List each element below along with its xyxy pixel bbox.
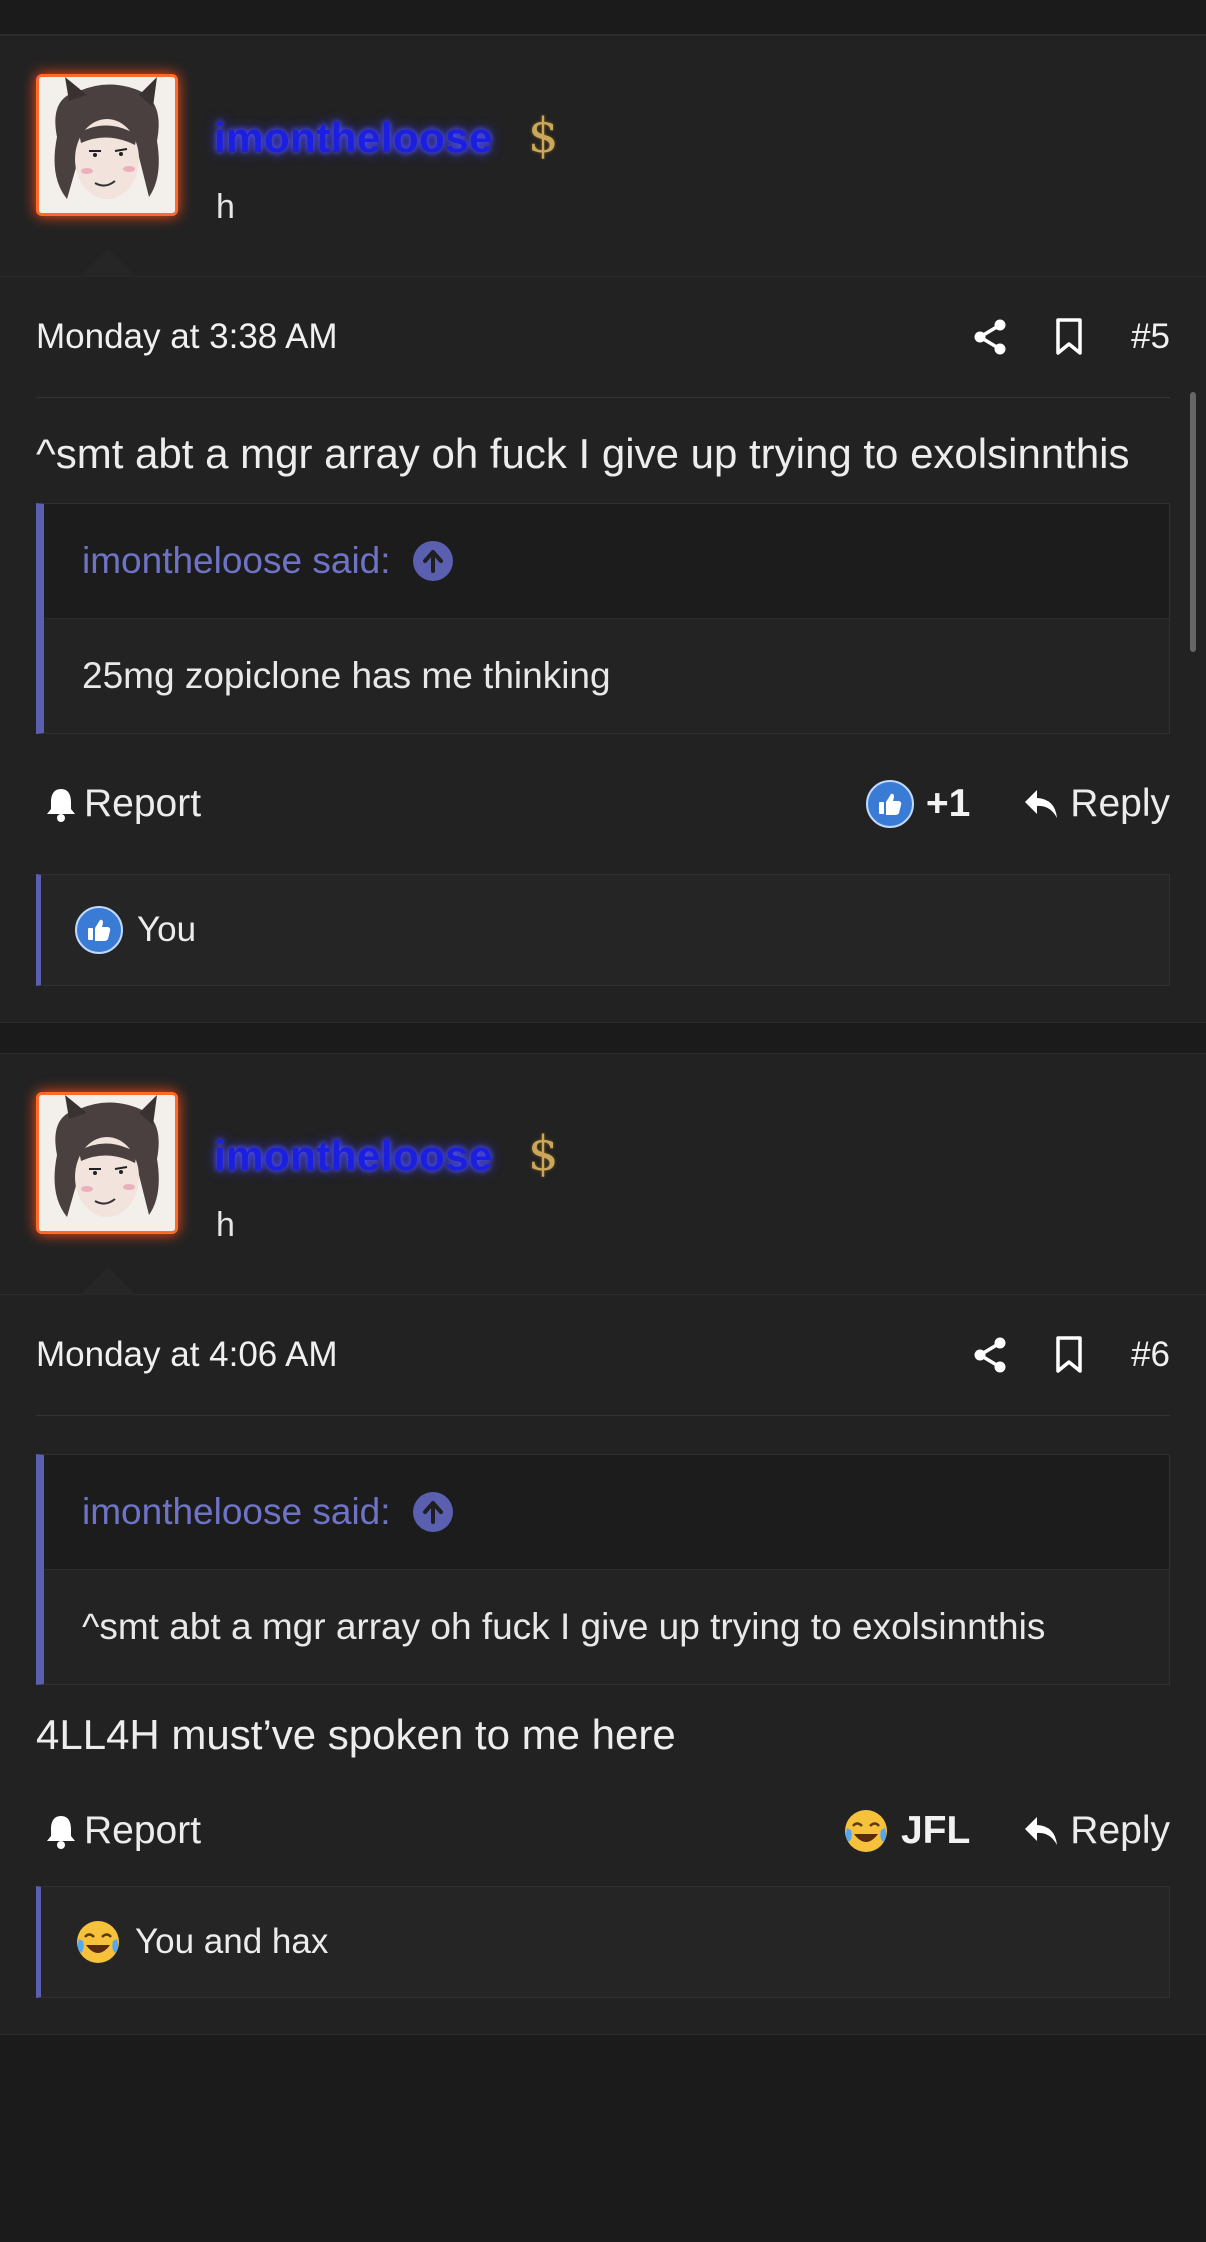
report-button[interactable]: Report	[36, 1809, 201, 1853]
bookmark-icon[interactable]	[1055, 318, 1083, 356]
reactions-summary[interactable]: You	[36, 874, 1170, 986]
quote-block: imontheloose said: ^smt abt a mgr array …	[36, 1454, 1170, 1685]
crying-laughing-icon	[844, 1810, 887, 1852]
avatar[interactable]	[36, 74, 178, 216]
reply-label: Reply	[1070, 1809, 1170, 1852]
post-header: imontheloose $ h	[0, 1054, 1206, 1295]
header-caret	[80, 1267, 136, 1295]
post-date[interactable]: Monday at 3:38 AM	[36, 317, 338, 357]
report-label: Report	[84, 1809, 202, 1852]
reply-button[interactable]: Reply	[1022, 782, 1170, 826]
post-meta: Monday at 4:06 AM #6	[36, 1295, 1170, 1416]
report-label: Report	[84, 782, 202, 825]
user-title: h	[216, 1206, 235, 1244]
reply-icon	[1025, 790, 1058, 818]
dollar-badge-icon: $	[528, 108, 559, 164]
quote-block: imontheloose said: 25mg zopiclone has me…	[36, 503, 1170, 734]
header-caret	[80, 249, 136, 277]
share-icon[interactable]	[973, 1337, 1007, 1373]
post-number[interactable]: #5	[1131, 317, 1170, 357]
like-icon	[865, 780, 914, 828]
like-icon	[75, 906, 123, 954]
reactions-users: You and hax	[135, 1922, 329, 1961]
post-body: Monday at 3:38 AM #5 ^smt abt a mgr arra…	[0, 277, 1206, 986]
reaction-label: +1	[925, 782, 971, 825]
reaction-button[interactable]: +1	[865, 780, 971, 828]
quote-text: 25mg zopiclone has me thinking	[44, 618, 1169, 733]
reaction-button[interactable]: JFL	[843, 1808, 970, 1854]
bell-icon	[47, 1816, 75, 1849]
post-date[interactable]: Monday at 4:06 AM	[36, 1335, 338, 1375]
bookmark-icon[interactable]	[1055, 1336, 1083, 1374]
post-actions: Report +1 Reply	[36, 734, 1170, 874]
username[interactable]: imontheloose	[214, 1132, 493, 1180]
arrow-up-icon[interactable]	[412, 1492, 453, 1532]
reply-button[interactable]: Reply	[1022, 1809, 1170, 1853]
post-actions: Report JFL Reply	[36, 1776, 1170, 1886]
post-meta: Monday at 3:38 AM #5	[36, 277, 1170, 398]
scrollbar[interactable]	[1190, 392, 1196, 652]
quote-author-link[interactable]: imontheloose said:	[82, 1491, 391, 1533]
bell-icon	[47, 789, 75, 822]
message-text: ^smt abt a mgr array oh fuck I give up t…	[36, 430, 1130, 477]
post: imontheloose $ h Monday at 4:06 AM #6 im…	[0, 1053, 1206, 2035]
post-number[interactable]: #6	[1131, 1335, 1170, 1375]
post-body: Monday at 4:06 AM #6 imontheloose said: …	[0, 1295, 1206, 1998]
post-header: imontheloose $ h	[0, 36, 1206, 277]
share-icon[interactable]	[973, 319, 1007, 355]
reply-label: Reply	[1070, 782, 1170, 825]
quote-text: ^smt abt a mgr array oh fuck I give up t…	[44, 1569, 1169, 1684]
reactions-summary[interactable]: You and hax	[36, 1886, 1170, 1998]
reply-icon	[1025, 1817, 1058, 1845]
user-title: h	[216, 188, 235, 226]
reactions-users: You	[137, 910, 197, 949]
crying-laughing-icon	[77, 1921, 119, 1963]
username[interactable]: imontheloose	[214, 114, 493, 162]
reaction-label: JFL	[900, 1809, 971, 1852]
quote-author-link[interactable]: imontheloose said:	[82, 540, 391, 582]
report-button[interactable]: Report	[36, 782, 201, 826]
avatar[interactable]	[36, 1092, 178, 1234]
message-text: 4LL4H must’ve spoken to me here	[36, 1711, 676, 1758]
top-bar	[0, 0, 1206, 35]
arrow-up-icon[interactable]	[412, 541, 453, 581]
post: imontheloose $ h Monday at 3:38 AM #5 ^s…	[0, 35, 1206, 1023]
dollar-badge-icon: $	[528, 1126, 559, 1182]
